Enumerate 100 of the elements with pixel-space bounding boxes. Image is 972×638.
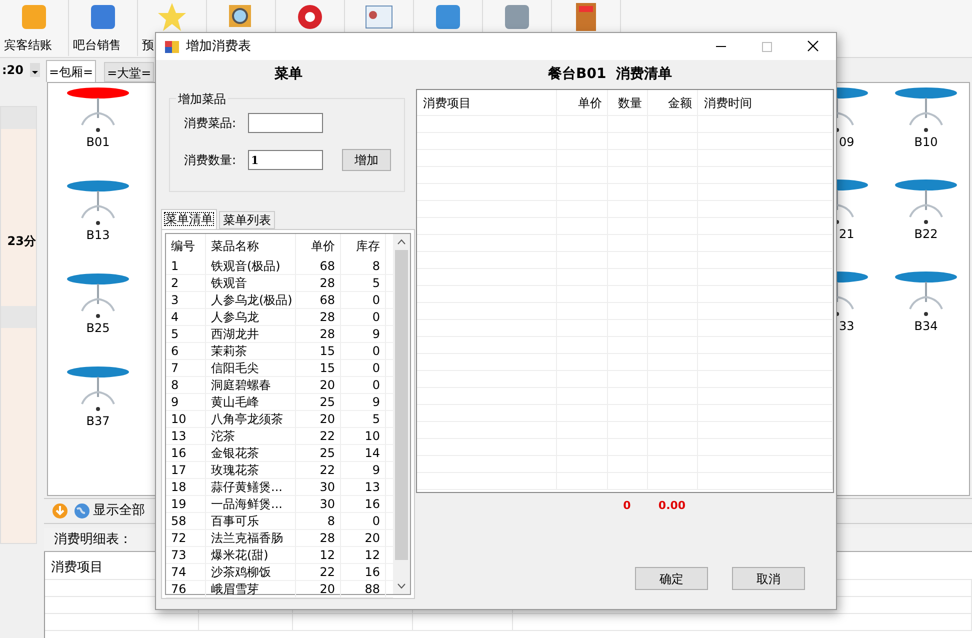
table-cell: 16 [341,496,386,513]
show-all-button[interactable]: 显示全部 [74,501,145,521]
table-label: B22 [914,226,938,243]
column-header: 金额 [648,90,698,116]
menu-row[interactable]: 73 爆米花(甜) 12 12 [166,547,393,564]
menu-row[interactable]: 10 八角亭龙须茶 20 5 [166,411,393,428]
table-cell: 18 [166,479,206,496]
table-cell: 17 [166,462,206,479]
table-cell: 金银花茶 [206,445,296,462]
menu-row[interactable]: 72 法兰克福香肠 28 20 [166,530,393,547]
table-label: B34 [914,318,938,335]
column-header: 单价 [296,234,341,258]
menu-row[interactable]: 9 黄山毛峰 25 9 [166,394,393,411]
table-cell: 洞庭碧螺春 [206,377,296,394]
scrollbar[interactable] [393,234,410,594]
table-cell: 28 [296,326,341,343]
column-header: 数量 [608,90,648,116]
menu-row[interactable]: 4 人参乌龙 28 0 [166,309,393,326]
table-icon[interactable] [66,180,130,226]
table-cell: 蒜仔黄鳝煲... [206,479,296,496]
table-cell: 4 [166,309,206,326]
column-header: 单价 [557,90,608,116]
table-cell: 一品海鲜煲... [206,496,296,513]
dropdown-button[interactable] [30,63,40,77]
table-icon[interactable] [66,273,130,319]
table-cell: 14 [341,445,386,462]
menu-row[interactable]: 8 洞庭碧螺春 20 0 [166,377,393,394]
table-cell: 22 [296,564,341,581]
table-cell: 沱茶 [206,428,296,445]
table-cell: 22 [296,428,341,445]
menu-row[interactable]: 13 沱茶 22 10 [166,428,393,445]
table-icon[interactable] [894,179,958,225]
menu-row[interactable]: 18 蒜仔黄鳝煲... 30 13 [166,479,393,496]
table-label: B13 [86,227,110,244]
table-cell: 0 [341,513,386,530]
area-tab[interactable]: =大堂= [104,62,154,82]
table-cell: 28 [296,309,341,326]
table-cell: 68 [296,258,341,275]
table-cell: 9 [341,326,386,343]
add-button[interactable]: 增加 [342,149,391,171]
menu-row[interactable]: 6 茉莉茶 15 0 [166,343,393,360]
column-header: 菜品名称 [206,234,296,258]
menu-row[interactable]: 16 金银花茶 25 14 [166,445,393,462]
confirm-button[interactable]: 确定 [635,567,708,590]
table-cell: 72 [166,530,206,547]
table-cell: 73 [166,547,206,564]
table-cell: 20 [296,411,341,428]
table-cell: 玫瑰花茶 [206,462,296,479]
table-icon[interactable] [894,87,958,133]
menu-row[interactable]: 76 峨眉雪芽 20 88 [166,581,393,598]
menu-row[interactable]: 74 沙茶鸡柳饭 22 16 [166,564,393,581]
quantity-field[interactable]: 1 [248,150,323,170]
cancel-button[interactable]: 取消 [732,567,805,590]
table-cell: 15 [296,343,341,360]
scrollbar-thumb[interactable] [395,250,408,560]
table-cell: 30 [296,479,341,496]
table-cell: 74 [166,564,206,581]
table-cell: 9 [166,394,206,411]
menu-tab[interactable]: 菜单列表 [219,211,275,229]
table-cell: 峨眉雪芽 [206,581,296,598]
table-cell: 百事可乐 [206,513,296,530]
menu-row[interactable]: 17 玫瑰花茶 22 9 [166,462,393,479]
menu-row[interactable]: 7 信阳毛尖 15 0 [166,360,393,377]
toolbar-button[interactable]: 吧台销售 [69,0,138,56]
menu-row[interactable]: 5 西湖龙井 28 9 [166,326,393,343]
time-text: :20 [2,62,24,79]
table-cell: 30 [296,496,341,513]
table-cell: 22 [296,462,341,479]
field-label: 消费数量: [184,152,238,169]
table-icon[interactable] [894,271,958,317]
table-cell: 信阳毛尖 [206,360,296,377]
table-cell: 5 [341,411,386,428]
menu-tab[interactable]: 菜单清单 [161,209,217,229]
table-cell: 人参乌龙(极品) [206,292,296,309]
menu-row[interactable]: 3 人参乌龙(极品) 68 0 [166,292,393,309]
table-cell: 西湖龙井 [206,326,296,343]
duration-text: 23分 [6,233,36,250]
table-cell: 8 [166,377,206,394]
table-cell: 12 [341,547,386,564]
table-cell: 13 [341,479,386,496]
download-icon[interactable] [52,503,68,519]
menu-row[interactable]: 2 铁观音 28 5 [166,275,393,292]
table-icon[interactable] [66,87,130,133]
column-header: 消费项目 [51,560,103,575]
table-icon[interactable] [66,366,130,412]
table-cell: 20 [341,530,386,547]
table-cell: 0 [341,309,386,326]
toolbar-button[interactable]: 宾客结账 [0,0,69,56]
table-cell: 88 [341,581,386,598]
item-field[interactable] [248,113,323,133]
table-cell: 爆米花(甜) [206,547,296,564]
menu-row[interactable]: 58 百事可乐 8 0 [166,513,393,530]
table-cell: 20 [296,581,341,598]
menu-row[interactable]: 19 一品海鲜煲... 30 16 [166,496,393,513]
area-tab[interactable]: =包厢= [46,60,96,82]
table-cell: 10 [341,428,386,445]
menu-row[interactable]: 1 铁观音(极品) 68 8 [166,258,393,275]
table-cell: 16 [166,445,206,462]
table-cell: 0 [341,360,386,377]
table-cell: 8 [296,513,341,530]
